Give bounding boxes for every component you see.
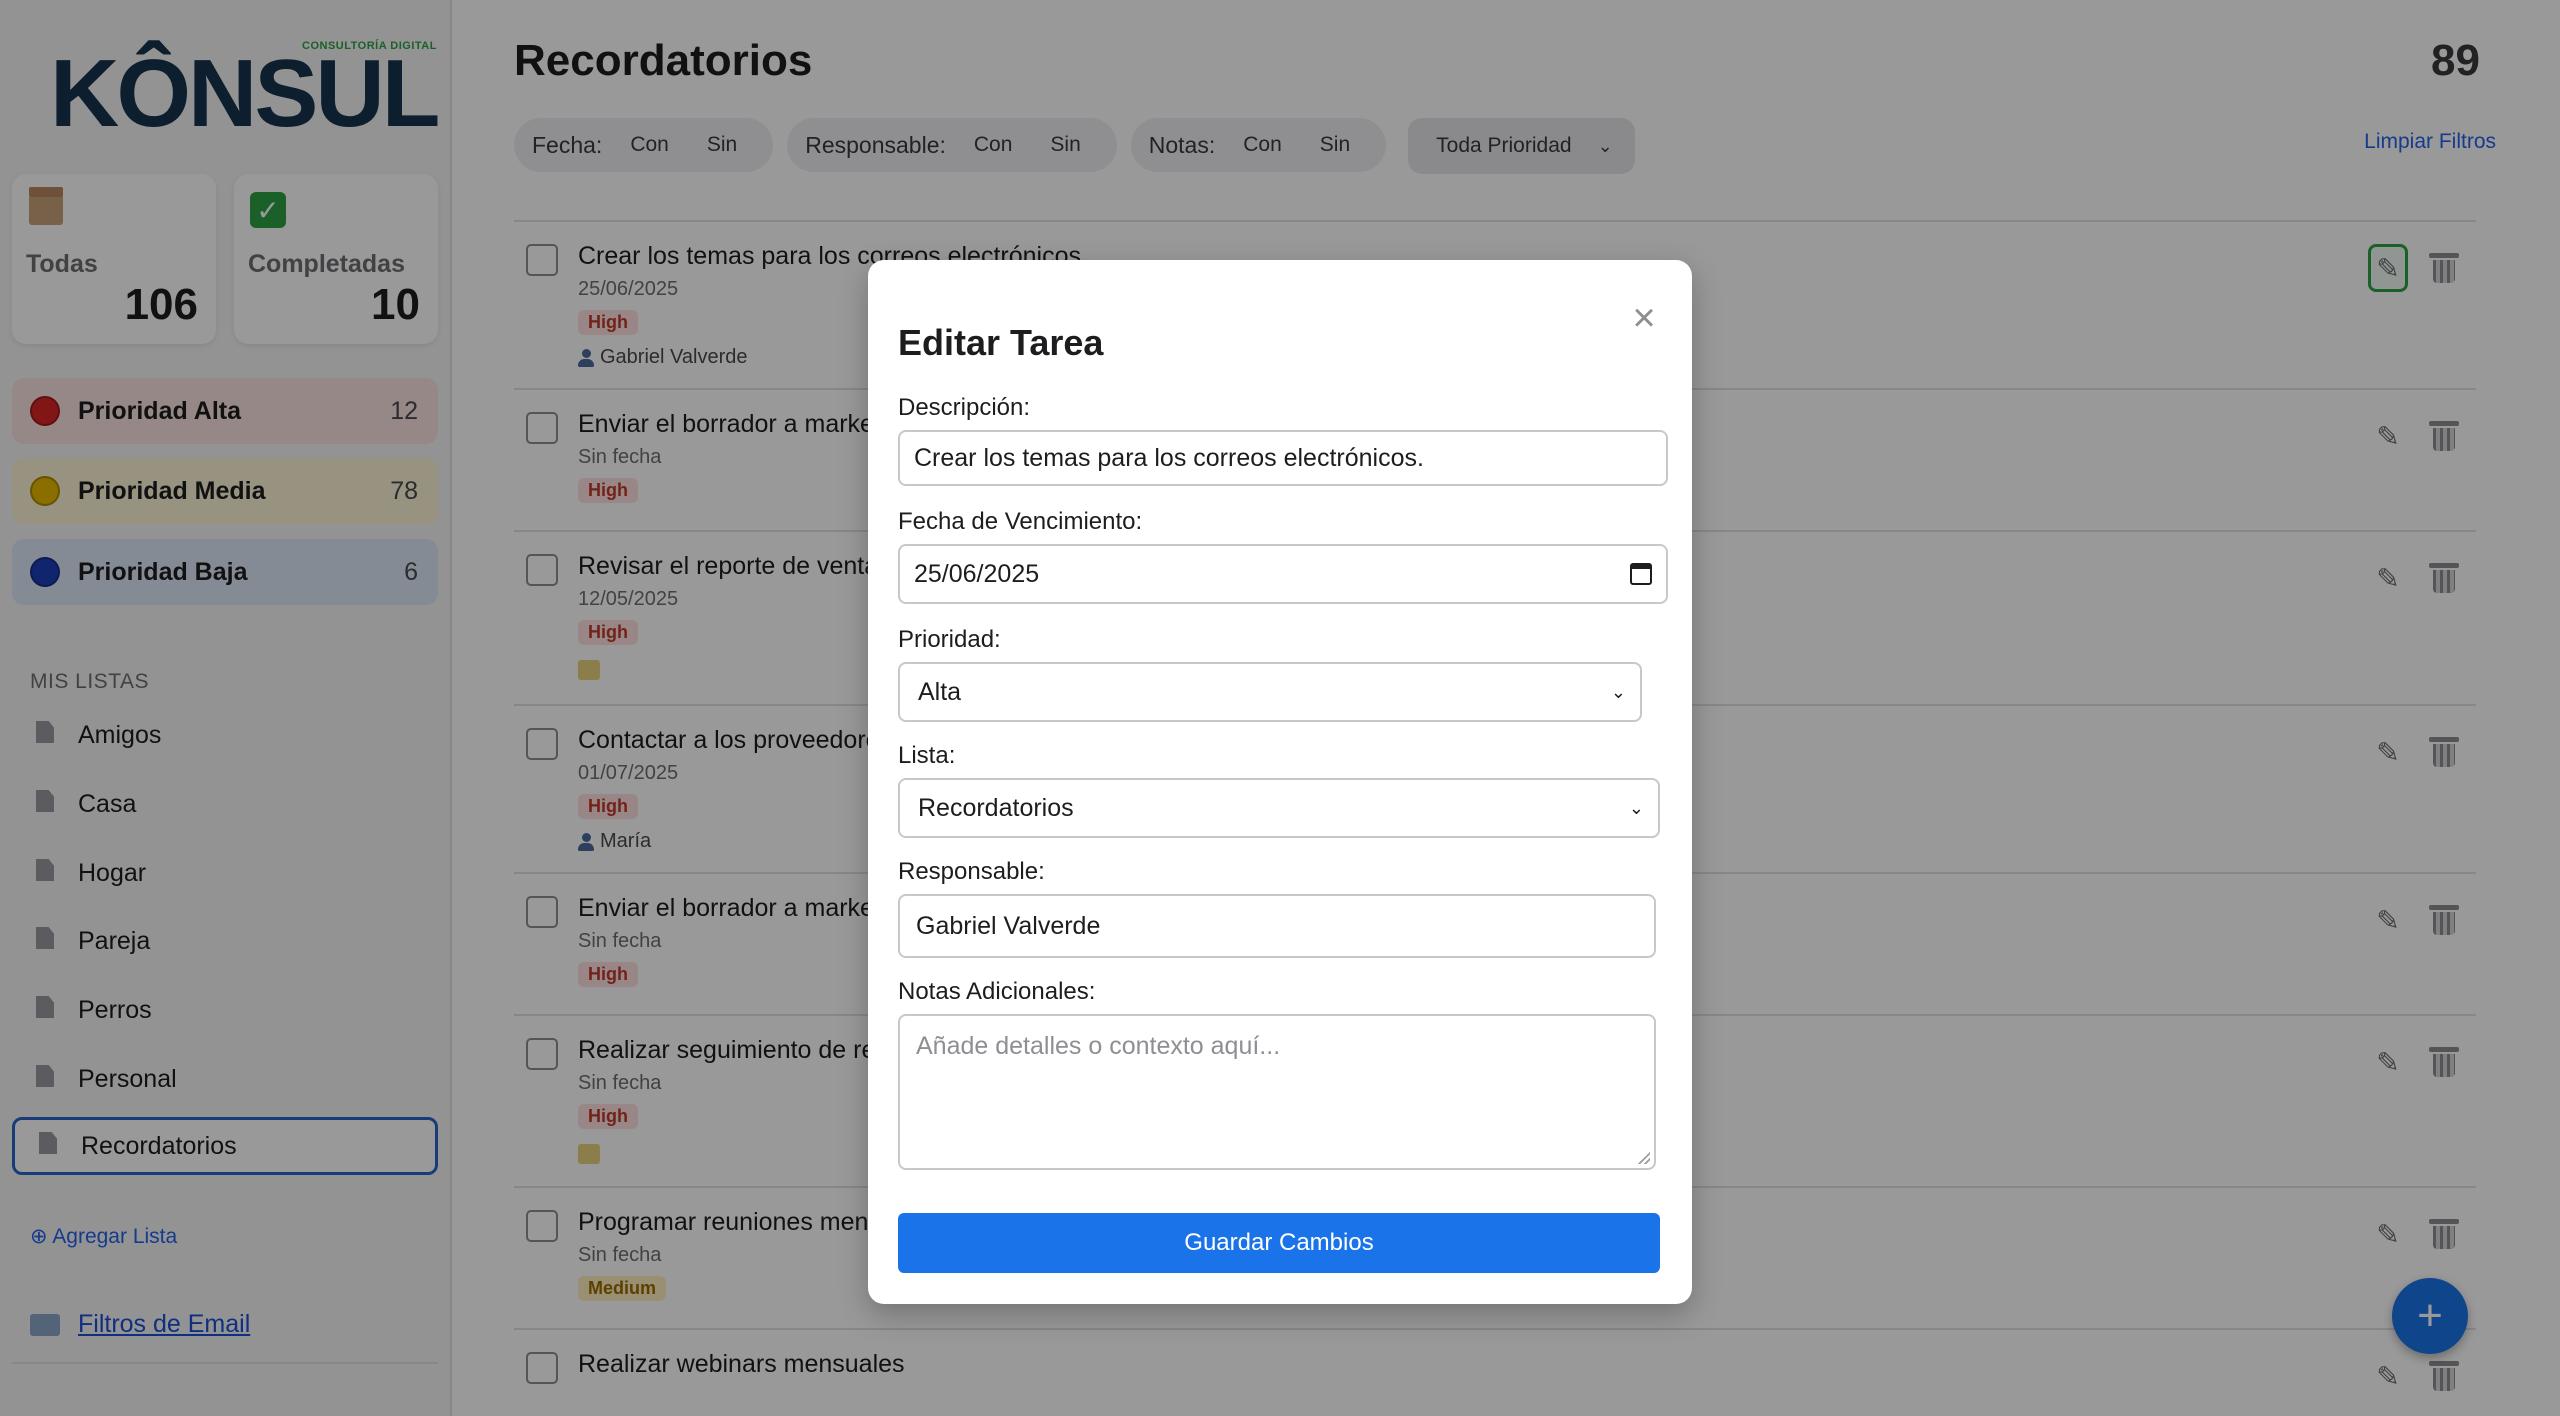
list-select[interactable]: Recordatorios ⌄: [898, 778, 1660, 838]
notes-textarea[interactable]: Añade detalles o contexto aquí...: [898, 1014, 1656, 1170]
assignee-value: Gabriel Valverde: [916, 911, 1101, 940]
chevron-down-icon: ⌄: [1610, 681, 1626, 702]
priority-value: Alta: [918, 677, 962, 706]
modal-title: Editar Tarea: [898, 322, 1104, 363]
resize-grip-icon[interactable]: [1638, 1152, 1650, 1164]
save-changes-button[interactable]: Guardar Cambios: [898, 1213, 1660, 1273]
priority-label: Prioridad:: [898, 626, 1001, 653]
assignee-label: Responsable:: [898, 858, 1045, 885]
edit-task-modal: × Editar Tarea Descripción: Crear los te…: [868, 260, 1692, 1304]
notes-placeholder: Añade detalles o contexto aquí...: [916, 1032, 1281, 1060]
description-input[interactable]: Crear los temas para los correos electró…: [898, 430, 1668, 486]
description-value: Crear los temas para los correos electró…: [914, 443, 1424, 472]
due-date-label: Fecha de Vencimiento:: [898, 508, 1143, 535]
notes-label: Notas Adicionales:: [898, 978, 1096, 1005]
due-date-input[interactable]: 25/06/2025: [898, 544, 1668, 604]
list-value: Recordatorios: [918, 793, 1074, 822]
priority-select[interactable]: Alta ⌄: [898, 662, 1642, 722]
calendar-icon[interactable]: [1630, 563, 1652, 585]
assignee-input[interactable]: Gabriel Valverde: [898, 894, 1656, 958]
due-date-value: 25/06/2025: [914, 559, 1040, 588]
chevron-down-icon: ⌄: [1628, 797, 1644, 818]
description-label: Descripción:: [898, 394, 1031, 421]
close-icon[interactable]: ×: [1626, 298, 1662, 338]
list-label: Lista:: [898, 742, 956, 769]
